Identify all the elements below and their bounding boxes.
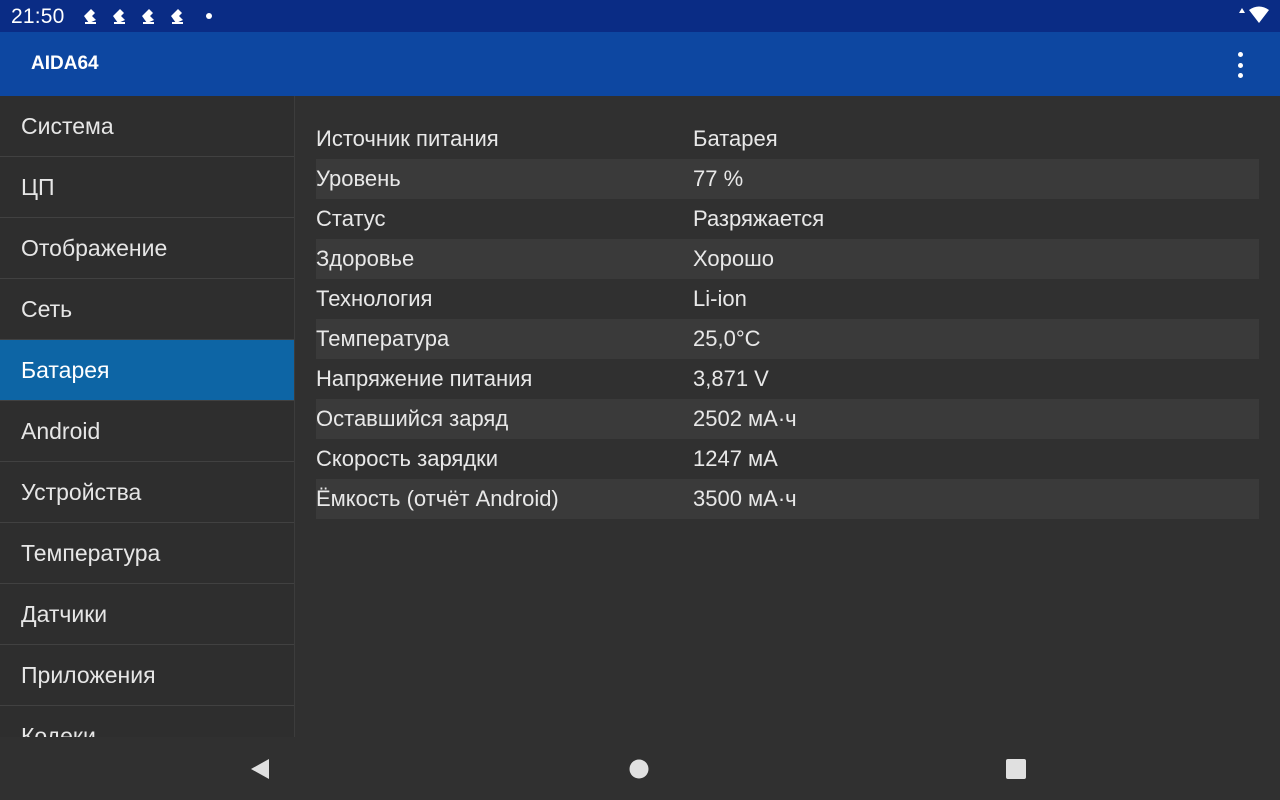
more-vert-icon[interactable] bbox=[1224, 52, 1256, 78]
sidebar-item-system[interactable]: Система bbox=[0, 96, 294, 157]
table-row: Ёмкость (отчёт Android) 3500 мА·ч bbox=[316, 479, 1259, 519]
table-row: Оставшийся заряд 2502 мА·ч bbox=[316, 399, 1259, 439]
sidebar-item-codecs[interactable]: Кодеки bbox=[0, 706, 294, 737]
row-value: Хорошо bbox=[693, 246, 775, 271]
table-row: Здоровье Хорошо bbox=[316, 239, 1259, 279]
status-right-icons bbox=[1238, 6, 1270, 24]
row-key: Технология bbox=[316, 286, 433, 311]
sidebar-item-label: Android bbox=[21, 418, 101, 444]
row-key: Скорость зарядки bbox=[316, 446, 499, 471]
status-bar: 21:50 bbox=[0, 0, 1280, 32]
sidebar-item-label: Датчики bbox=[21, 601, 108, 627]
sidebar-item-cpu[interactable]: ЦП bbox=[0, 157, 294, 218]
dot-icon bbox=[206, 13, 212, 19]
table-row: Технология Li-ion bbox=[316, 279, 1259, 319]
row-key: Ёмкость (отчёт Android) bbox=[316, 486, 559, 511]
notification-icons bbox=[82, 7, 212, 25]
notification-icon bbox=[171, 9, 183, 24]
row-value: 25,0°C bbox=[693, 326, 761, 351]
sidebar[interactable]: Система ЦП Отображение Сеть Батарея Andr… bbox=[0, 96, 295, 737]
battery-info-table: Источник питания Батарея Уровень 77 % Ст… bbox=[316, 119, 1259, 519]
home-icon[interactable] bbox=[628, 757, 650, 786]
row-key: Статус bbox=[316, 206, 386, 231]
sidebar-item-display[interactable]: Отображение bbox=[0, 218, 294, 279]
row-value: 77 % bbox=[693, 166, 744, 191]
sidebar-item-battery[interactable]: Батарея bbox=[0, 340, 294, 401]
app-bar: AIDA64 bbox=[0, 32, 1280, 96]
sidebar-item-label: Устройства bbox=[21, 479, 142, 505]
row-value: Батарея bbox=[693, 126, 778, 151]
sidebar-item-sensors[interactable]: Датчики bbox=[0, 584, 294, 645]
sidebar-item-label: ЦП bbox=[21, 174, 55, 200]
sidebar-item-apps[interactable]: Приложения bbox=[0, 645, 294, 706]
sidebar-item-label: Отображение bbox=[21, 235, 168, 261]
sidebar-item-android[interactable]: Android bbox=[0, 401, 294, 462]
table-row: Источник питания Батарея bbox=[316, 119, 1259, 159]
sidebar-item-label: Температура bbox=[21, 540, 161, 566]
sidebar-item-label: Батарея bbox=[21, 357, 110, 383]
row-key: Оставшийся заряд bbox=[316, 406, 509, 431]
data-arrows-icon bbox=[1239, 8, 1245, 13]
status-time: 21:50 bbox=[11, 5, 65, 28]
row-value: 1247 мА bbox=[693, 446, 778, 471]
row-value: 2502 мА·ч bbox=[693, 406, 797, 431]
notification-icon bbox=[142, 9, 154, 24]
notification-icon bbox=[84, 9, 96, 24]
menu-dot bbox=[1237, 62, 1243, 68]
sidebar-item-label: Система bbox=[21, 113, 114, 139]
row-value: 3,871 V bbox=[693, 366, 769, 391]
recents-icon[interactable] bbox=[1005, 757, 1027, 786]
sidebar-item-label: Приложения bbox=[21, 662, 156, 688]
row-key: Уровень bbox=[316, 166, 401, 191]
row-key: Напряжение питания bbox=[316, 366, 533, 391]
navigation-bar bbox=[0, 737, 1280, 800]
row-key: Источник питания bbox=[316, 126, 499, 151]
row-key: Температура bbox=[316, 326, 450, 351]
app-title: AIDA64 bbox=[31, 53, 99, 74]
sidebar-item-label: Кодеки bbox=[21, 723, 96, 737]
row-value: 3500 мА·ч bbox=[693, 486, 797, 511]
sidebar-item-thermal[interactable]: Температура bbox=[0, 523, 294, 584]
table-row: Уровень 77 % bbox=[316, 159, 1259, 199]
table-row: Температура 25,0°C bbox=[316, 319, 1259, 359]
menu-dot bbox=[1237, 52, 1243, 57]
notification-icon bbox=[113, 9, 125, 24]
table-row: Статус Разряжается bbox=[316, 199, 1259, 239]
menu-dot bbox=[1237, 73, 1243, 78]
sidebar-item-devices[interactable]: Устройства bbox=[0, 462, 294, 523]
row-key: Здоровье bbox=[316, 246, 415, 271]
row-value: Разряжается bbox=[693, 206, 825, 231]
wifi-icon bbox=[1249, 6, 1269, 23]
back-icon[interactable] bbox=[249, 757, 271, 786]
row-value: Li-ion bbox=[693, 286, 747, 311]
sidebar-item-label: Сеть bbox=[21, 296, 73, 322]
table-row: Скорость зарядки 1247 мА bbox=[316, 439, 1259, 479]
sidebar-item-network[interactable]: Сеть bbox=[0, 279, 294, 340]
table-row: Напряжение питания 3,871 V bbox=[316, 359, 1259, 399]
